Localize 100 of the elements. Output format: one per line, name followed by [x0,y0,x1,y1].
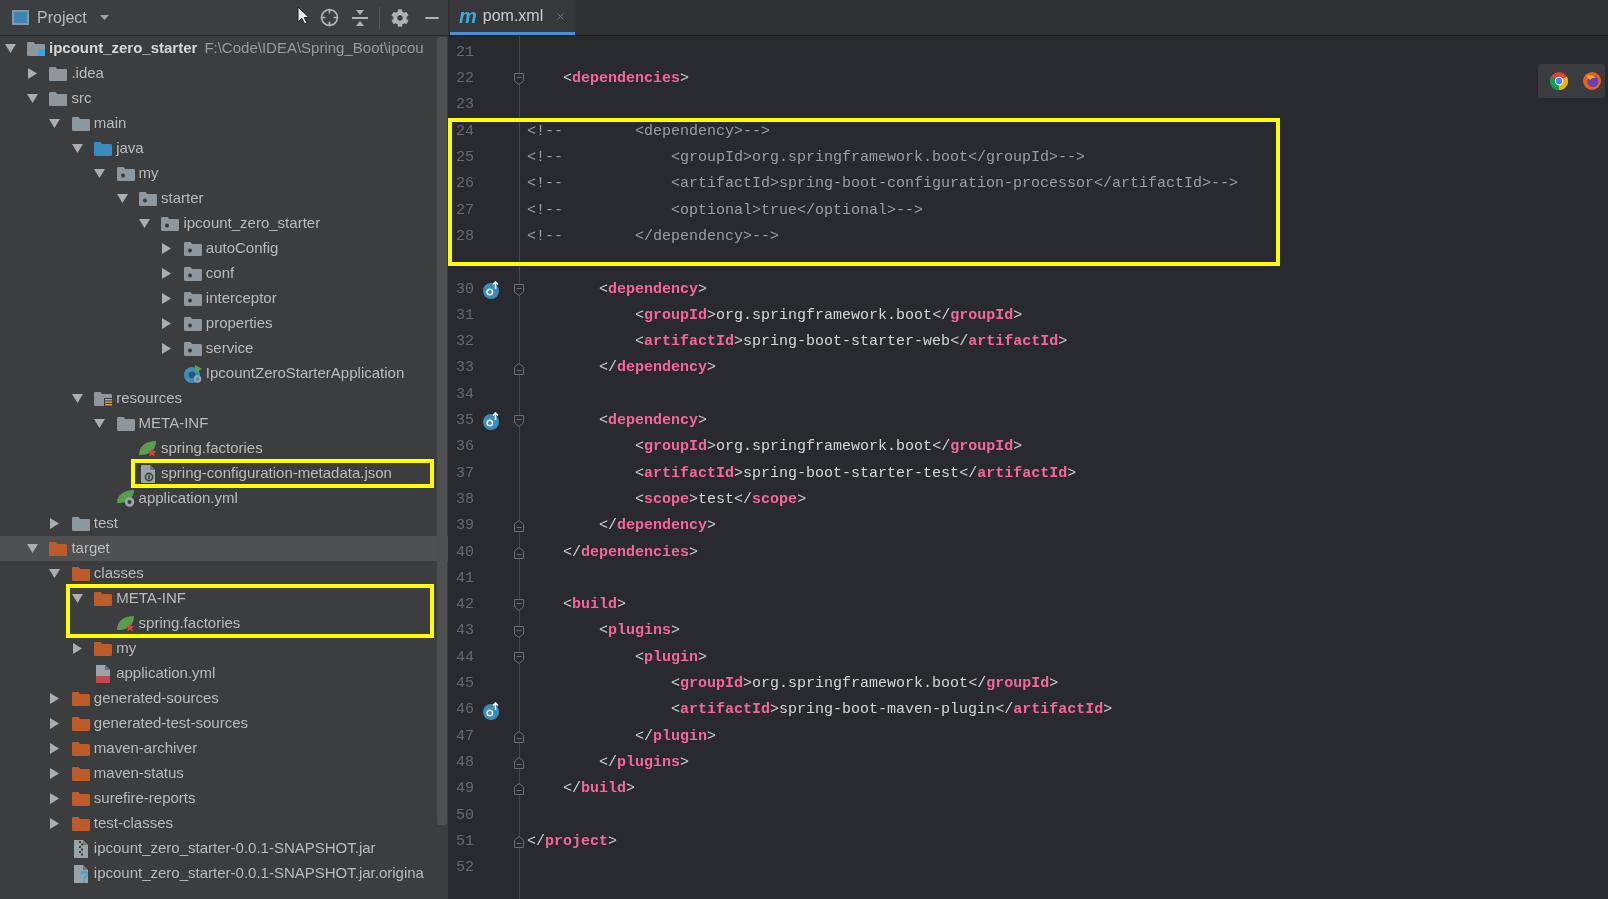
line-number: 37 [456,464,474,482]
code-line: <scope>test</scope> [635,489,807,510]
line-number: 28 [456,227,474,245]
editor-tab[interactable]: m pom.xml [450,0,576,35]
tree-item[interactable]: generated-sources [47,688,219,709]
tree-item[interactable]: autoConfig [159,238,279,259]
fold-marker-icon[interactable] [514,625,524,638]
line-number: 32 [456,333,474,351]
tree-item[interactable]: .idea [25,63,104,84]
code-line: <artifactId>spring-boot-starter-web</artifactId> [635,332,1068,353]
caret-right-icon[interactable] [50,718,60,729]
tree-item[interactable]: properties [159,313,273,334]
caret-right-icon[interactable] [50,518,60,529]
caret-right-icon[interactable] [162,268,172,279]
line-number: 31 [456,306,474,324]
mouse-pointer-icon [297,6,310,25]
folder-icon [94,641,113,656]
fold-marker-icon[interactable] [514,783,524,796]
fold-marker-icon[interactable] [514,599,524,612]
caret-down-icon[interactable] [49,119,61,128]
browser-icon[interactable] [1583,72,1601,90]
line-number: 27 [456,201,474,219]
tree-item[interactable]: IpcountZeroStarterApplication [183,363,405,384]
line-number: 40 [456,543,474,561]
settings-icon[interactable] [391,8,409,27]
tree-item[interactable]: ipcount_zero_starter-0.0.1-SNAPSHOT.jar.origina [71,863,424,884]
caret-down-icon[interactable] [49,569,61,578]
tree-item[interactable]: interceptor [159,288,277,309]
code-line: <!-- <groupId>org.springframework.boot</groupId>--> [527,148,1086,169]
tree-item[interactable]: surefire-reports [47,788,196,809]
tree-item[interactable]: ipcount_zero_starter [137,213,321,234]
caret-right-icon[interactable] [50,743,60,754]
code-line: <groupId>org.springframework.boot</groupId> [635,305,1023,326]
tree-item[interactable]: META-INF [92,413,209,434]
scrollbar-thumb[interactable] [437,37,447,825]
tree-item[interactable]: spring.factories [116,613,241,634]
caret-down-icon[interactable] [4,44,16,53]
tree-item[interactable]: spring.factories [139,438,263,459]
tree-item[interactable]: main [47,113,127,134]
fold-marker-icon[interactable] [514,546,524,559]
caret-down-icon[interactable] [94,419,106,428]
fold-marker-icon[interactable] [514,730,524,743]
tree-item[interactable]: my [92,163,159,184]
tree-item[interactable]: resources [70,388,183,409]
line-number: 41 [456,569,474,587]
caret-down-icon[interactable] [71,594,83,603]
project-view-dropdown[interactable]: Project [12,5,109,30]
fold-marker-icon[interactable] [514,836,524,849]
tree-item[interactable]: starter [115,188,204,209]
tree-item[interactable]: test-classes [47,813,173,834]
fold-marker-icon[interactable] [514,73,524,86]
tree-item[interactable]: generated-test-sources [47,713,249,734]
line-number: 52 [456,859,474,877]
line-number: 35 [456,412,474,430]
caret-down-icon[interactable] [116,194,128,203]
code-line: <artifactId>spring-boot-starter-test</artifactId> [635,463,1077,484]
collapse-all-icon[interactable] [352,9,368,26]
fold-marker-icon[interactable] [514,757,524,770]
tree-item[interactable]: application.yml [116,488,238,509]
browser-icon[interactable] [1550,72,1568,90]
caret-right-icon[interactable] [50,818,60,829]
crosshair-icon[interactable] [320,8,339,27]
close-icon[interactable] [555,10,567,22]
tree-item[interactable]: conf [159,263,235,284]
caret-right-icon[interactable] [50,793,60,804]
caret-down-icon[interactable] [26,94,38,103]
caret-down-icon[interactable] [71,144,83,153]
fold-marker-icon[interactable] [514,362,524,375]
caret-right-icon[interactable] [162,318,172,329]
code-line: </dependency> [599,516,717,537]
tree-item[interactable]: application.yml [94,663,216,684]
caret-right-icon[interactable] [72,643,82,654]
caret-right-icon[interactable] [162,243,172,254]
tree-item[interactable]: spring-configuration-metadata.json [139,463,392,484]
fold-marker-icon[interactable] [514,651,524,664]
caret-right-icon[interactable] [162,343,172,354]
tree-item[interactable]: service [159,338,254,359]
caret-down-icon[interactable] [94,169,106,178]
tree-item[interactable]: ipcount_zero_starter-0.0.1-SNAPSHOT.jar [71,838,376,859]
tree-item[interactable]: test [47,513,118,534]
caret-right-icon[interactable] [50,693,60,704]
tree-item[interactable]: META-INF [70,588,186,609]
folder-icon [71,691,90,706]
tree-item[interactable]: my [70,638,137,659]
caret-down-icon[interactable] [26,544,38,553]
tree-item[interactable]: maven-status [47,763,184,784]
tree-item[interactable]: ipcount_zero_starter F:\Code\IDEA\Spring_Boot\ipcou [3,38,424,59]
tree-item[interactable]: src [25,88,92,109]
caret-right-icon[interactable] [27,68,37,79]
caret-right-icon[interactable] [162,293,172,304]
tree-item[interactable]: java [70,138,144,159]
caret-right-icon[interactable] [50,768,60,779]
fold-marker-icon[interactable] [514,283,524,296]
fold-marker-icon[interactable] [514,415,524,428]
caret-down-icon[interactable] [138,219,150,228]
tree-item[interactable]: target [25,538,110,559]
tree-item[interactable]: classes [47,563,144,584]
caret-down-icon[interactable] [71,394,83,403]
tree-item[interactable]: maven-archiver [47,738,198,759]
fold-marker-icon[interactable] [514,520,524,533]
